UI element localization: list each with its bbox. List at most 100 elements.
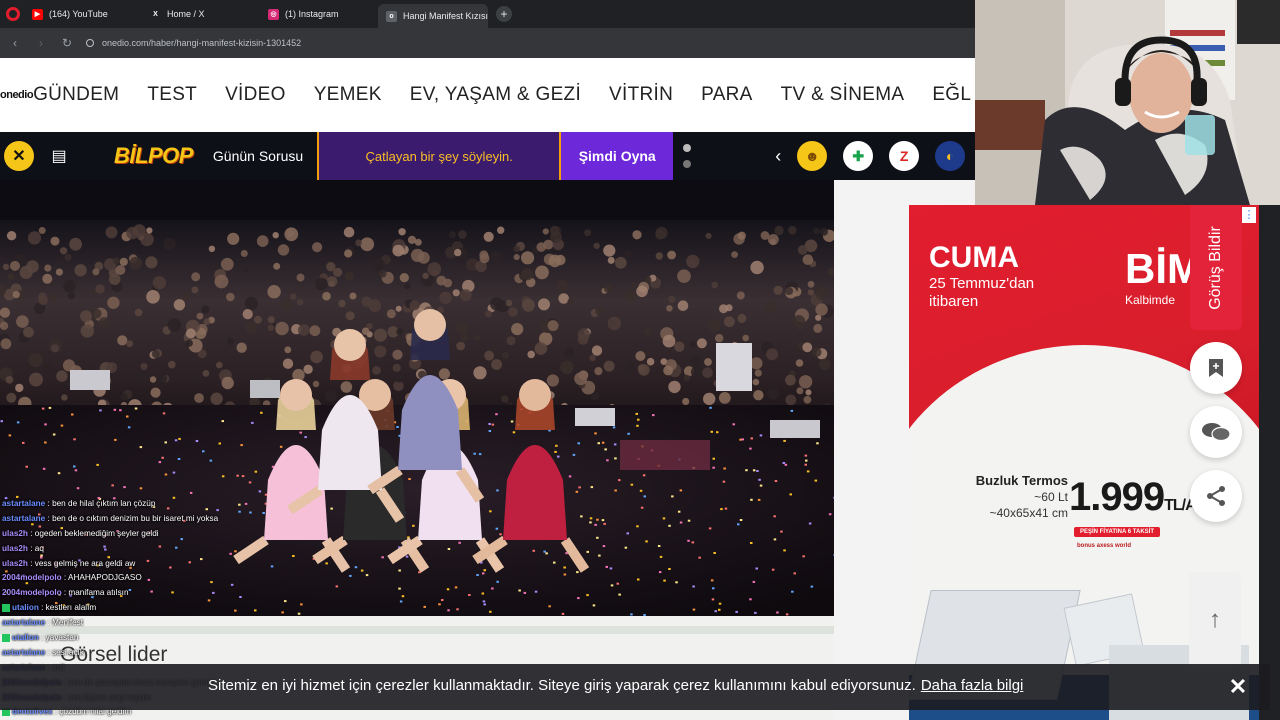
webcam-image [975, 0, 1280, 205]
browser-tab[interactable]: ◎ (1) Instagram [260, 3, 378, 25]
chat-message: 2004modelpolo : manifama atılsın [2, 586, 302, 601]
chat-text: : ogeden beklemediğim şeyler geldi [27, 528, 159, 538]
chat-username: utalion [12, 633, 39, 643]
browser-tab-label: (164) YouTube [49, 9, 108, 19]
new-tab-button[interactable]: + [496, 6, 512, 22]
chat-badge-icon [2, 604, 10, 613]
ad-options-icon[interactable]: ⋮ [1242, 207, 1256, 223]
chat-username: astartalane [2, 513, 46, 523]
site-info-icon[interactable] [86, 39, 94, 47]
bilpop-logo[interactable]: BİLPOP [114, 143, 193, 169]
nav-item[interactable]: EV, YAŞAM & GEZİ [410, 84, 581, 106]
site-header: onedio GÜNDEM TEST VİDEO YEMEK EV, YAŞAM & G… [0, 58, 975, 132]
z-game-icon[interactable]: Z [889, 141, 920, 171]
reload-button[interactable]: ↻ [60, 36, 74, 50]
nav-item[interactable]: PARA [701, 84, 753, 106]
url-text: onedio.com/haber/hangi-manifest-kizisin-… [102, 38, 302, 48]
chat-username: ulas2h [2, 558, 28, 568]
emoji-face-icon[interactable]: ☻ [797, 141, 828, 171]
forward-button[interactable]: › [34, 36, 48, 50]
chat-message: utalion : kestlerı alalım [2, 601, 302, 616]
game-grid-icon[interactable]: ✕ [4, 141, 34, 171]
game-bar: ✕ ▤ BİLPOP Günün Sorusu Çatlayan bir şey… [0, 132, 975, 180]
chat-text: : ben de hilal çıktım lan çözüp [45, 499, 156, 508]
daily-question-text[interactable]: Çatlayan bir şey söyleyin. [317, 132, 560, 180]
nav-item[interactable]: VİTRİN [609, 84, 673, 106]
feedback-button[interactable]: Görüş Bildir [1190, 205, 1242, 330]
chat-text: : ben de o cıktım denizim bu bir isaret … [45, 513, 219, 523]
chat-message: ulas2h : ogeden beklemediğim şeyler geld… [2, 527, 302, 542]
browser-tab-label: Hangi Manifest Kızısın? - [403, 11, 488, 21]
back-button[interactable]: ‹ [8, 36, 22, 50]
play-now-button[interactable]: Şimdi Oyna [559, 132, 674, 180]
cookie-text-wrap: Sitemiz en iyi hizmet için çerezler kull… [208, 677, 1023, 694]
cookie-more-info-link[interactable]: Daha fazla bilgi [921, 677, 1024, 694]
chat-message: astartalane : sesi açık [2, 646, 302, 661]
browser-tab[interactable]: oHangi Manifest Kızısın? -× [378, 4, 488, 28]
feedback-label: Görüş Bildir [1207, 225, 1225, 310]
installment-badge: PEŞİN FİYATINA 6 TAKSİT [1074, 527, 1161, 537]
product-name: Buzluk Termos [975, 473, 1068, 488]
browser-tab[interactable]: ▶ (164) YouTube [24, 3, 142, 25]
chat-username: 2004modelpolo [2, 573, 62, 583]
product-spec2: ~40x65x41 cm [989, 506, 1068, 520]
chat-username: astartalane [2, 647, 46, 657]
chat-message: astartalane : Menifest [2, 616, 302, 631]
bookmark-button[interactable] [1190, 342, 1242, 394]
chat-text: : kestlerı alalım [38, 603, 97, 613]
chat-message: utalion : yavastan [2, 631, 302, 646]
card-brands: bonus axess world [1077, 543, 1132, 549]
share-button[interactable] [1190, 470, 1242, 522]
nav-item[interactable]: TEST [147, 84, 197, 106]
site-logo[interactable]: onedio [0, 89, 34, 101]
chat-text: : aq [27, 543, 44, 553]
chat-username: astartalane [2, 499, 46, 508]
nav-item[interactable]: GÜNDEM [33, 84, 119, 106]
chat-username: ulas2h [2, 543, 28, 553]
chat-text: : AHAHAPODJGASO [61, 573, 142, 583]
browser-menu-icon[interactable] [6, 7, 20, 21]
close-icon[interactable]: ✕ [1226, 674, 1250, 700]
comments-button[interactable] [1190, 406, 1242, 458]
price-value: 1.999 [1069, 475, 1165, 519]
newspaper-icon[interactable]: ▤ [44, 141, 74, 171]
chat-message: 2004modelpolo : AHAHAPODJGASO [2, 571, 302, 586]
address-bar: ‹ › ↻ onedio.com/haber/hangi-manifest-ki… [0, 28, 975, 58]
cookie-banner: Sitemiz en iyi hizmet için çerezler kull… [0, 664, 1270, 710]
streamer-webcam [975, 0, 1280, 205]
onedio-icon: o [386, 10, 397, 22]
ad-date-line2: itibaren [929, 293, 979, 310]
chat-username: astartalane [2, 618, 46, 628]
ad-date: 25 Temmuz'dan itibaren [929, 275, 1034, 311]
nav-item[interactable]: YEMEK [314, 84, 382, 106]
browser-tab[interactable]: X Home / X [142, 3, 260, 25]
browser-tab-label: (1) Instagram [285, 9, 339, 19]
chat-message: astartalane : ben de hilal çıktım lan çö… [2, 497, 302, 512]
browser-tab-strip: ▶ (164) YouTube X Home / X ◎ (1) Instagram o Ha… [0, 0, 975, 28]
product-price: 1.999TL/AD [1069, 475, 1207, 520]
turkcell-icon[interactable]: ◐ [935, 141, 966, 171]
chat-text: : sesi açık [45, 647, 84, 657]
scroll-top-button[interactable]: ↑ [1189, 572, 1241, 668]
nav-item[interactable]: VİDEO [225, 84, 286, 106]
chat-username: 2004modelpolo [2, 588, 62, 598]
arrow-up-icon: ↑ [1209, 606, 1221, 633]
url-field[interactable]: onedio.com/haber/hangi-manifest-kizisin-… [86, 38, 301, 48]
plus-game-icon[interactable]: ✚ [843, 141, 874, 171]
comments-icon [1202, 423, 1231, 442]
nav-item[interactable]: TV & SİNEMA [781, 84, 905, 106]
chat-badge-icon [2, 633, 10, 642]
bookmark-icon [1209, 359, 1223, 377]
cookie-text: Sitemiz en iyi hizmet için çerezler kull… [208, 677, 916, 694]
daily-question-label: Günün Sorusu [212, 148, 304, 164]
chat-text: : Menifest [45, 618, 84, 628]
chat-username: ulas2h [2, 528, 28, 538]
ad-headline: CUMA [929, 241, 1019, 274]
chat-username: utalion [12, 603, 39, 613]
product-info: Buzluk Termos ~60 Lt ~40x65x41 cm [973, 473, 1068, 521]
chat-text: : vess gelmiş ne ara geldi aw [27, 558, 136, 568]
product-spec1: ~60 Lt [1034, 490, 1068, 504]
nav-item[interactable]: EĞL [932, 84, 971, 106]
carousel-dots[interactable] [683, 144, 692, 168]
ad-date-line1: 25 Temmuz'dan [929, 275, 1035, 292]
